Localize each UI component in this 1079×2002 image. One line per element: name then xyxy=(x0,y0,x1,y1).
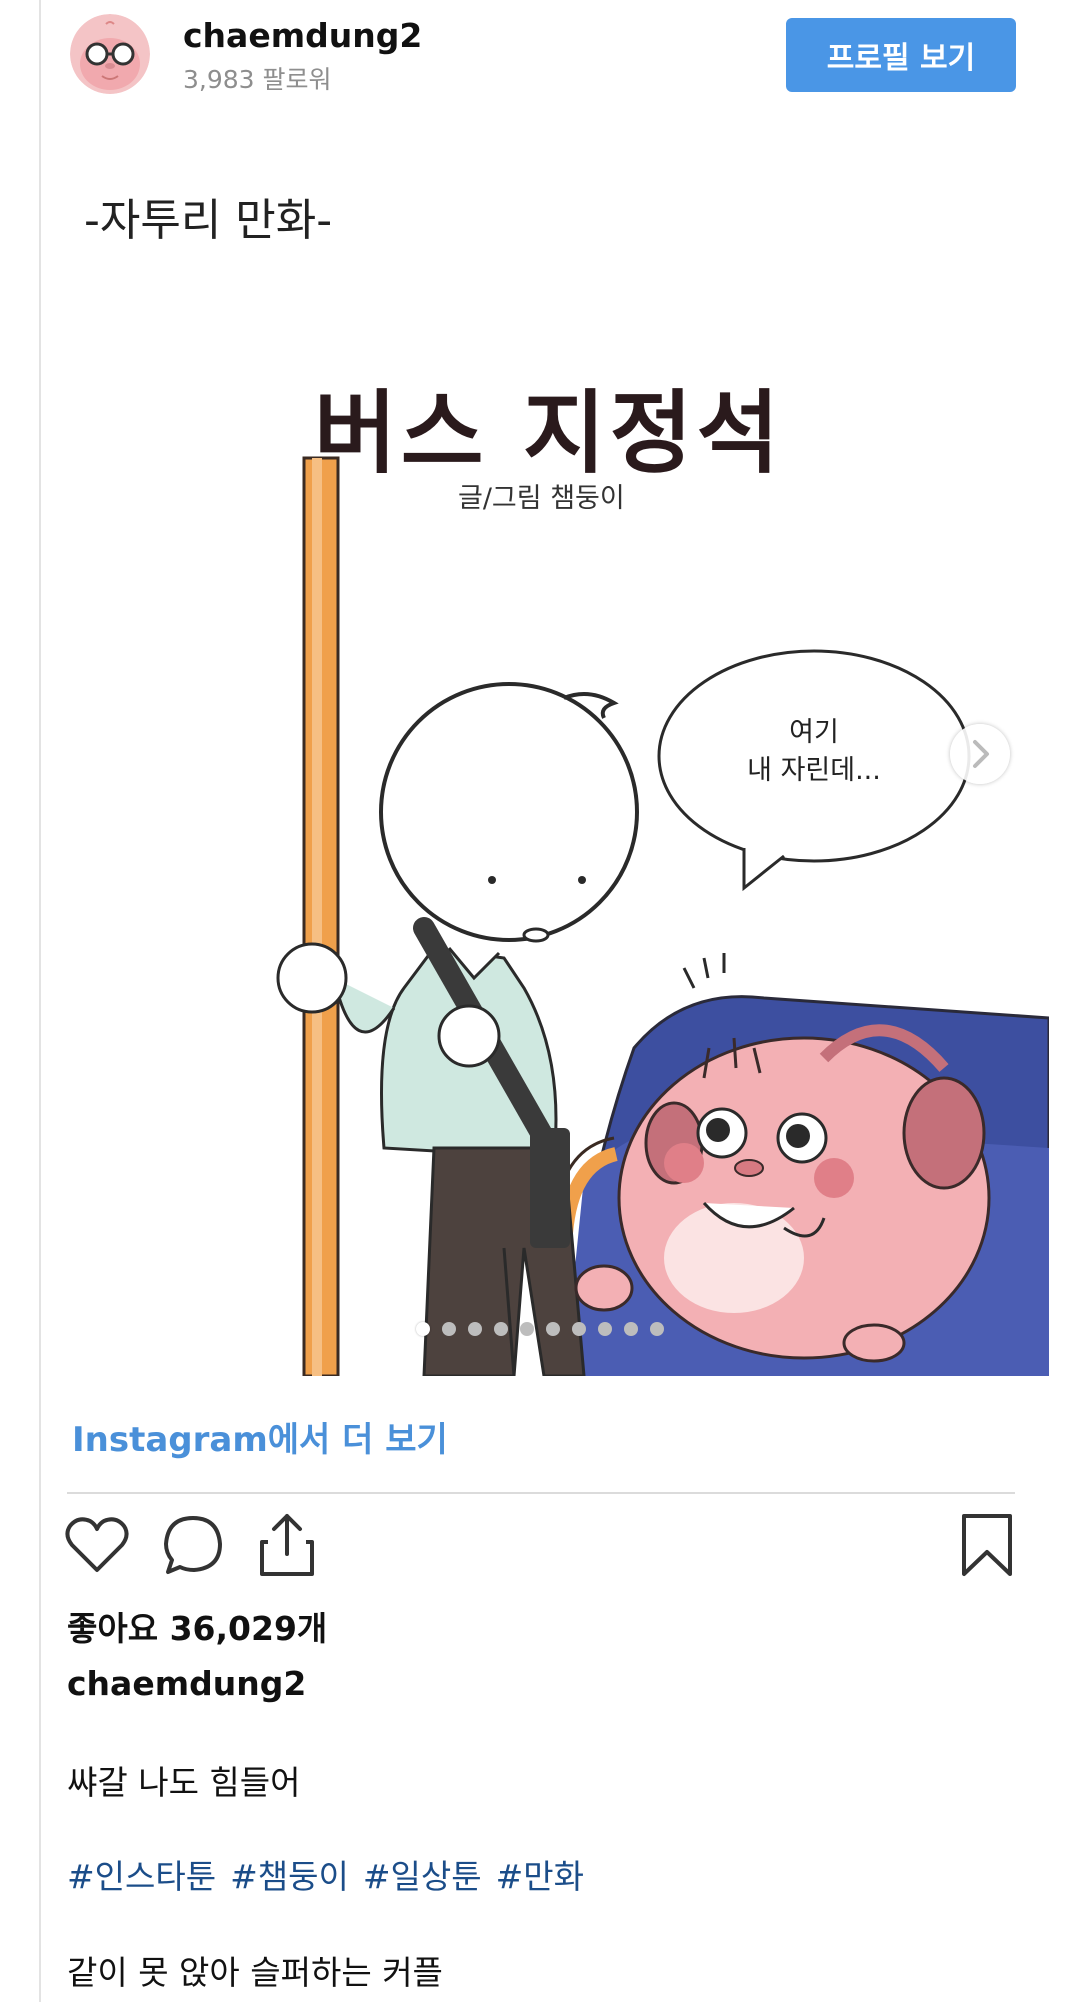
carousel-dot xyxy=(650,1322,664,1336)
hashtag-link[interactable]: #일상툰 xyxy=(363,1857,482,1896)
carousel-dot xyxy=(598,1322,612,1336)
hashtag-list: #인스타툰 #챔둥이 #일상툰 #만화 xyxy=(67,1850,598,1898)
comic-subtitle: -자투리 만화- xyxy=(84,195,333,246)
carousel-dot xyxy=(546,1322,560,1336)
share-button[interactable] xyxy=(252,1510,322,1580)
bookmark-icon xyxy=(962,1514,1012,1576)
follower-count: 3,983 팔로워 xyxy=(183,65,332,94)
carousel-dot xyxy=(624,1322,638,1336)
post-header: chaemdung2 3,983 팔로워 프로필 보기 xyxy=(0,0,1079,110)
like-button[interactable] xyxy=(62,1510,132,1580)
view-more-on-instagram-link[interactable]: Instagram에서 더 보기 xyxy=(72,1412,448,1461)
avatar-image xyxy=(70,14,150,94)
chevron-right-icon xyxy=(973,740,989,768)
carousel-dot xyxy=(494,1322,508,1336)
left-border xyxy=(39,0,41,2002)
divider xyxy=(67,1492,1015,1494)
caption-text: 쌰갈 나도 힘들어 xyxy=(67,1763,301,1802)
carousel-dot xyxy=(468,1322,482,1336)
like-count[interactable]: 좋아요 36,029개 xyxy=(67,1602,327,1650)
carousel-indicator xyxy=(416,1322,664,1336)
comic-title: 버스 지정석 xyxy=(314,381,784,486)
comment-icon xyxy=(164,1516,222,1574)
carousel-next-button[interactable] xyxy=(950,724,1010,784)
speech-bubble-text: 여기 내 자린데... xyxy=(694,714,934,790)
caption-text-secondary: 같이 못 앉아 슬퍼하는 커플 xyxy=(67,1953,443,1992)
comic-credit: 글/그림 챔둥이 xyxy=(458,483,625,514)
speech-line-1: 여기 xyxy=(789,717,839,748)
speech-line-2: 내 자린데... xyxy=(747,755,881,786)
carousel-dot xyxy=(572,1322,586,1336)
share-icon xyxy=(260,1514,314,1576)
hashtag-link[interactable]: #인스타툰 xyxy=(67,1857,216,1896)
comment-button[interactable] xyxy=(158,1510,228,1580)
caption-username[interactable]: chaemdung2 xyxy=(67,1664,306,1703)
post-media[interactable]: -자투리 만화- 버스 지정석 글/그림 챔둥이 여기 내 자린데... xyxy=(44,128,1049,1376)
heart-icon xyxy=(65,1517,129,1572)
carousel-dot xyxy=(442,1322,456,1336)
view-profile-button[interactable]: 프로필 보기 xyxy=(786,18,1016,92)
carousel-dot xyxy=(520,1322,534,1336)
username[interactable]: chaemdung2 xyxy=(183,16,422,55)
hashtag-link[interactable]: #만화 xyxy=(496,1857,584,1896)
hashtag-link[interactable]: #챔둥이 xyxy=(230,1857,349,1896)
carousel-dot xyxy=(416,1322,430,1336)
avatar[interactable] xyxy=(70,14,150,94)
save-button[interactable] xyxy=(952,1510,1022,1580)
